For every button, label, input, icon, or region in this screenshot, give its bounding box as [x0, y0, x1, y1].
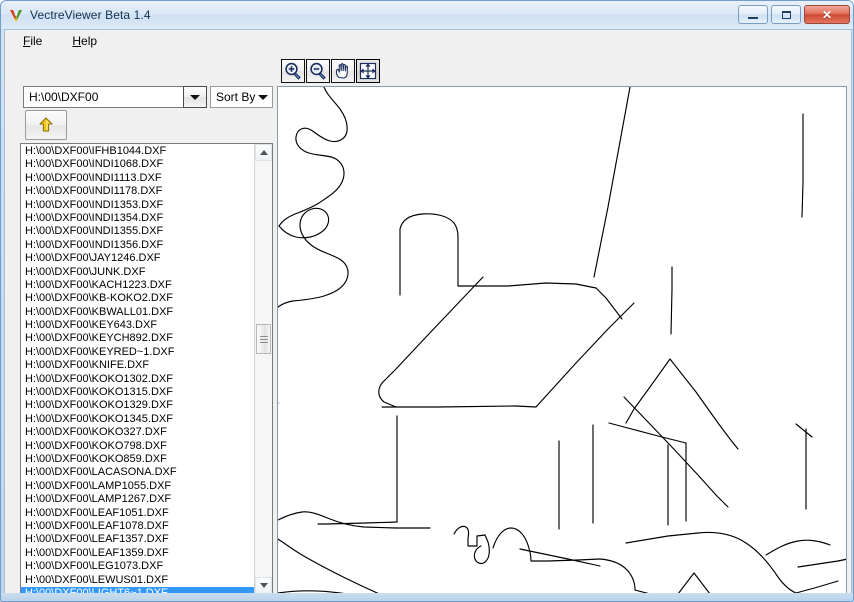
scrollbar-grip-icon — [260, 336, 268, 343]
file-list-item[interactable]: H:\00\DXF00\IFHB1044.DXF — [21, 145, 254, 158]
file-list-item[interactable]: H:\00\DXF00\KOKO1315.DXF — [21, 386, 254, 399]
menu-item-file-label: ile — [30, 34, 43, 48]
file-list-item[interactable]: H:\00\DXF00\LEAF1078.DXF — [21, 520, 254, 533]
file-list-item[interactable]: H:\00\DXF00\LEAF1359.DXF — [21, 547, 254, 560]
chevron-down-icon — [190, 94, 200, 100]
file-list-item[interactable]: H:\00\DXF00\INDI1355.DXF — [21, 225, 254, 238]
maximize-icon — [781, 10, 791, 19]
path-value: H:\00\DXF00 — [29, 90, 99, 104]
file-list-box[interactable]: H:\00\DXF00\IFHB1044.DXF H:\00\DXF00\INDI… — [20, 143, 273, 595]
maximize-button[interactable] — [771, 5, 801, 24]
drawing-canvas[interactable] — [277, 86, 847, 595]
file-list-item[interactable]: H:\00\DXF00\KBWALL01.DXF — [21, 306, 254, 319]
dxf-drawing — [278, 87, 846, 594]
file-list-item[interactable]: H:\00\DXF00\LAMP1267.DXF — [21, 493, 254, 506]
zoom-out-icon — [310, 62, 326, 80]
file-list-item[interactable]: H:\00\DXF00\INDI1354.DXF — [21, 212, 254, 225]
file-list-item[interactable]: H:\00\DXF00\INDI1356.DXF — [21, 239, 254, 252]
scrollbar-thumb[interactable] — [256, 324, 271, 354]
file-list-item[interactable]: H:\00\DXF00\KEY643.DXF — [21, 319, 254, 332]
pan-hand-button[interactable] — [331, 59, 355, 83]
file-list-item[interactable]: H:\00\DXF00\LEAF1051.DXF — [21, 507, 254, 520]
parent-directory-button[interactable] — [25, 110, 67, 140]
file-list-item[interactable]: H:\00\DXF00\JAY1246.DXF — [21, 252, 254, 265]
title-bar: VectreViewer Beta 1.4 ✕ — [1, 1, 853, 29]
file-list-item[interactable]: H:\00\DXF00\LAMP1055.DXF — [21, 480, 254, 493]
file-list-item[interactable]: H:\00\DXF00\KNIFE.DXF — [21, 359, 254, 372]
file-list-item[interactable]: H:\00\DXF00\KOKO1345.DXF — [21, 413, 254, 426]
file-list-item[interactable]: H:\00\DXF00\LEG1073.DXF — [21, 560, 254, 573]
sort-by-dropdown[interactable]: Sort By — [210, 86, 273, 108]
client-area: File Help H:\00\DXF00 Sort By H:\00\DXF0… — [4, 29, 852, 601]
file-list-item[interactable]: H:\00\DXF00\KB-KOKO2.DXF — [21, 292, 254, 305]
file-list[interactable]: H:\00\DXF00\IFHB1044.DXF H:\00\DXF00\INDI… — [21, 144, 254, 594]
view-toolbar — [281, 59, 380, 83]
move-four-arrows-icon — [359, 62, 377, 80]
file-list-item[interactable]: H:\00\DXF00\KOKO859.DXF — [21, 453, 254, 466]
file-list-item[interactable]: H:\00\DXF00\KOKO798.DXF — [21, 440, 254, 453]
path-input[interactable]: H:\00\DXF00 — [23, 86, 203, 108]
chevron-down-icon — [258, 94, 268, 100]
file-list-item[interactable]: H:\00\DXF00\INDI1113.DXF — [21, 172, 254, 185]
minimize-icon — [748, 16, 758, 19]
scrollbar-up-button[interactable] — [255, 144, 272, 161]
scroll-up-arrow-icon — [259, 150, 268, 155]
minimize-button[interactable] — [738, 5, 768, 24]
up-arrow-icon — [39, 117, 53, 132]
close-icon: ✕ — [821, 7, 833, 22]
menu-item-help[interactable]: Help — [70, 33, 99, 49]
scroll-down-arrow-icon — [259, 583, 268, 588]
file-list-item[interactable]: H:\00\DXF00\KEYCH892.DXF — [21, 332, 254, 345]
file-list-item[interactable]: H:\00\DXF00\LEWUS01.DXF — [21, 574, 254, 587]
file-list-item[interactable]: H:\00\DXF00\JUNK.DXF — [21, 266, 254, 279]
file-list-item[interactable]: H:\00\DXF00\INDI1068.DXF — [21, 158, 254, 171]
close-button[interactable]: ✕ — [804, 5, 850, 24]
file-list-scrollbar[interactable] — [254, 144, 272, 594]
menu-item-help-label: elp — [81, 34, 98, 48]
window-bottom-edge — [1, 593, 853, 601]
fit-move-button[interactable] — [356, 59, 380, 83]
file-list-item[interactable]: H:\00\DXF00\INDI1353.DXF — [21, 199, 254, 212]
app-v-logo-icon — [8, 7, 24, 23]
sort-by-label: Sort By — [216, 90, 256, 104]
file-list-item[interactable]: H:\00\DXF00\KOKO327.DXF — [21, 426, 254, 439]
file-list-item[interactable]: H:\00\DXF00\INDI1178.DXF — [21, 185, 254, 198]
zoom-out-button[interactable] — [306, 59, 330, 83]
file-list-item[interactable]: H:\00\DXF00\LACASONA.DXF — [21, 466, 254, 479]
file-list-item[interactable]: H:\00\DXF00\KACH1223.DXF — [21, 279, 254, 292]
hand-pan-icon — [335, 63, 348, 79]
application-window: VectreViewer Beta 1.4 ✕ File Help H:\00\… — [0, 0, 854, 602]
file-list-item[interactable]: H:\00\DXF00\KOKO1329.DXF — [21, 399, 254, 412]
path-dropdown-button[interactable] — [183, 86, 207, 108]
window-controls: ✕ — [738, 5, 850, 24]
zoom-in-icon — [285, 62, 301, 80]
file-list-item[interactable]: H:\00\DXF00\LEAF1357.DXF — [21, 533, 254, 546]
menu-item-file[interactable]: File — [21, 33, 44, 49]
file-list-item[interactable]: H:\00\DXF00\KOKO1302.DXF — [21, 373, 254, 386]
zoom-in-button[interactable] — [281, 59, 305, 83]
scrollbar-down-button[interactable] — [255, 577, 272, 594]
menu-bar: File Help — [5, 30, 851, 52]
file-list-item[interactable]: H:\00\DXF00\KEYRED~1.DXF — [21, 346, 254, 359]
window-title: VectreViewer Beta 1.4 — [30, 8, 151, 22]
